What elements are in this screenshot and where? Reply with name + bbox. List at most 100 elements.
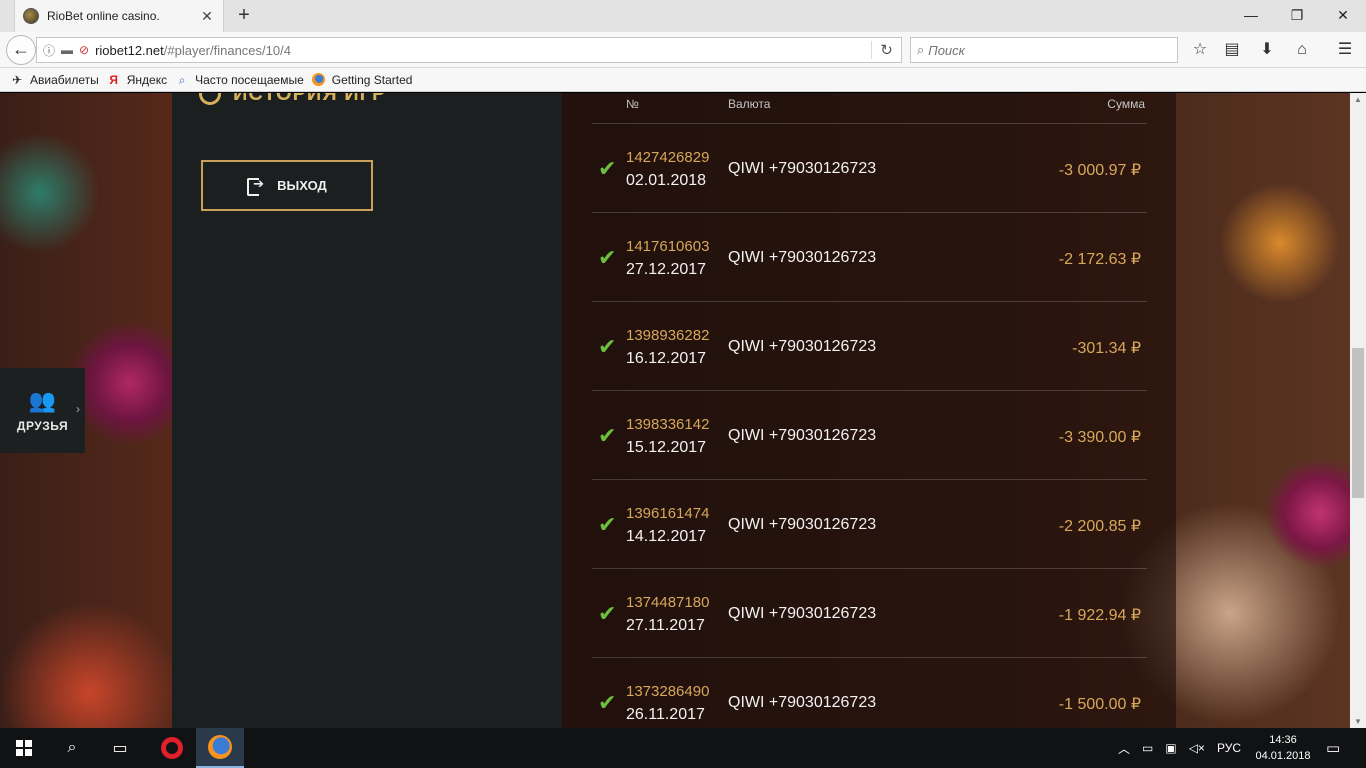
transaction-number: 1398336142 [626,416,710,433]
action-center-button[interactable]: ▭ [1326,728,1340,768]
close-tab-icon[interactable]: ✕ [199,8,215,25]
bookmark-item[interactable]: ✈ Авиабилеты [10,73,99,87]
table-row: ✔ 1373286490 26.11.2017 QIWI +7903012672… [592,658,1147,728]
transaction-amount: -3 390.00 ₽ [1058,429,1141,446]
bookmark-item[interactable]: Getting Started [312,72,412,87]
search-icon: ⌕ [67,739,77,756]
friends-label: ДРУЗЬЯ [16,418,69,433]
back-button[interactable]: ← [6,35,36,65]
header-currency: Валюта [728,97,771,111]
browser-tab[interactable]: RioBet online casino. ✕ [14,0,224,32]
start-button[interactable] [0,728,48,768]
transaction-currency: QIWI +79030126723 [728,516,877,533]
task-view-icon: ▭ [112,740,128,757]
game-history-link[interactable]: ИСТОРИЯ ИГР [233,93,386,106]
friends-icon: 👥 [28,387,57,413]
table-row: ✔ 1396161474 14.12.2017 QIWI +7903012672… [592,480,1147,569]
minimize-button[interactable]: — [1228,0,1274,30]
transaction-amount: -1 500.00 ₽ [1058,696,1141,713]
maximize-button[interactable]: ❐ [1274,0,1320,30]
site-favicon-icon [23,8,39,24]
plane-icon: ✈ [11,72,23,87]
logout-button[interactable]: ВЫХОД [201,160,373,211]
transaction-date: 14.12.2017 [626,528,707,545]
insecure-lock-icon[interactable]: ⊘ [79,43,89,57]
transaction-currency: QIWI +79030126723 [728,694,877,711]
scrollbar-thumb[interactable] [1352,348,1364,498]
chevron-up-icon[interactable]: ︿ [1118,740,1130,757]
info-icon[interactable]: ⓘ [43,42,55,59]
table-row: ✔ 1427426829 02.01.2018 QIWI +7903012672… [592,124,1147,213]
task-view-button[interactable]: ▭ [96,728,144,768]
notification-icon: ▭ [1326,740,1341,757]
volume-muted-icon[interactable]: ◁× [1189,741,1205,755]
transaction-date: 26.11.2017 [626,706,705,723]
menu-icon[interactable]: ☰ [1331,38,1359,62]
firefox-taskbar-button[interactable] [196,728,244,768]
search-input[interactable] [928,42,1177,58]
address-bar[interactable]: ⓘ ▬ ⊘ riobet12.net/#player/finances/10/4… [36,37,902,63]
clock[interactable]: 14:36 04.01.2018 [1255,732,1311,764]
page-scrollbar[interactable]: ▲ ▼ [1350,93,1366,728]
transaction-currency: QIWI +79030126723 [728,427,877,444]
table-row: ✔ 1374487180 27.11.2017 QIWI +7903012672… [592,569,1147,658]
table-header: № Валюта Сумма [592,93,1147,124]
bookmark-item[interactable]: ⌕ Часто посещаемые [175,73,304,87]
library-icon[interactable]: ▤ [1218,38,1246,62]
search-taskbar-button[interactable]: ⌕ [48,728,96,768]
check-icon: ✔ [598,156,617,181]
transaction-date: 15.12.2017 [626,439,707,456]
transaction-amount: -3 000.97 ₽ [1058,162,1141,179]
opera-taskbar-button[interactable] [148,728,196,768]
check-icon: ✔ [598,245,617,270]
transaction-number: 1417610603 [626,238,710,255]
transaction-currency: QIWI +79030126723 [728,605,877,622]
close-window-button[interactable]: ✕ [1320,0,1366,30]
transaction-number: 1374487180 [626,594,710,611]
table-row: ✔ 1417610603 27.12.2017 QIWI +7903012672… [592,213,1147,302]
network-icon[interactable]: ▣ [1165,741,1176,755]
chevron-right-icon: › [76,402,80,416]
reload-icon[interactable]: ↻ [871,41,901,59]
transaction-number: 1396161474 [626,505,710,522]
battery-icon[interactable]: ▭ [1142,741,1153,755]
table-row: ✔ 1398936282 16.12.2017 QIWI +7903012672… [592,302,1147,391]
navigation-bar: ⓘ ▬ ⊘ riobet12.net/#player/finances/10/4… [0,32,1366,68]
home-icon[interactable]: ⌂ [1288,38,1316,62]
transaction-currency: QIWI +79030126723 [728,160,877,177]
search-icon: ⌕ [917,42,925,57]
clock-time: 14:36 [1269,734,1297,746]
frequent-icon: ⌕ [178,72,186,87]
opera-icon [161,737,183,759]
check-icon: ✔ [598,334,617,359]
transaction-number: 1373286490 [626,683,710,700]
clock-date: 04.01.2018 [1255,750,1311,762]
new-tab-button[interactable]: + [232,4,256,28]
page-viewport: ИСТОРИЯ ИГР ВЫХОД 👥 ДРУЗЬЯ › № Валюта Су… [0,93,1350,728]
bookmarks-bar: ✈ Авиабилеты Я Яндекс ⌕ Часто посещаемые Ge… [0,68,1366,92]
bookmark-item[interactable]: Я Яндекс [107,73,167,87]
download-icon[interactable]: ⬇ [1253,38,1281,62]
search-box[interactable]: ⌕ [910,37,1178,63]
scroll-down-icon[interactable]: ▼ [1354,717,1362,726]
bookmark-star-icon[interactable]: ☆ [1186,38,1214,62]
transaction-amount: -1 922.94 ₽ [1058,607,1141,624]
transaction-date: 27.11.2017 [626,617,705,634]
check-icon: ✔ [598,423,617,448]
language-indicator[interactable]: РУС [1217,741,1241,755]
firefox-icon [312,72,326,87]
windows-logo-icon [16,740,32,756]
check-icon: ✔ [598,601,617,626]
system-tray: ︿ ▭ ▣ ◁× РУС [1118,728,1241,768]
firefox-icon [208,735,232,759]
page-icon: ▬ [61,43,74,57]
transaction-amount: -2 200.85 ₽ [1058,518,1141,535]
friends-widget[interactable]: 👥 ДРУЗЬЯ › [0,368,85,453]
logout-icon [247,176,265,196]
transaction-amount: -2 172.63 ₽ [1058,251,1141,268]
tab-title: RioBet online casino. [47,9,160,23]
url-text[interactable]: riobet12.net/#player/finances/10/4 [95,43,871,58]
scroll-up-icon[interactable]: ▲ [1354,95,1362,104]
transaction-date: 16.12.2017 [626,350,707,367]
check-icon: ✔ [598,690,617,715]
